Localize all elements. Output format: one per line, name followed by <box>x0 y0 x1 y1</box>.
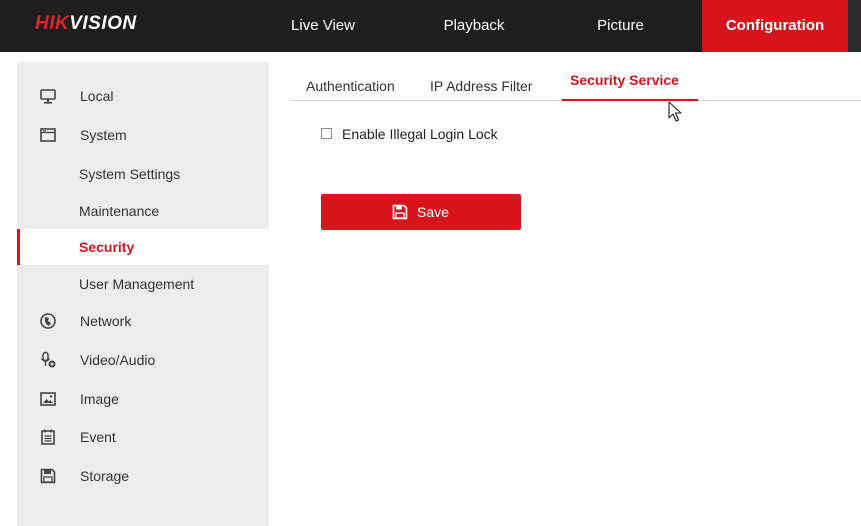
sidebar-item-label: User Management <box>79 276 195 292</box>
floppy-icon <box>40 468 56 484</box>
calendar-icon <box>41 429 55 445</box>
sidebar-item-label: System <box>80 127 127 143</box>
sidebar-item-label: Video/Audio <box>80 352 156 368</box>
sidebar-item-label: Image <box>80 391 119 407</box>
sidebar-item-local[interactable]: Local <box>17 78 269 114</box>
window-icon <box>40 128 56 142</box>
nav-picture[interactable]: Picture <box>569 0 672 52</box>
image-icon <box>40 392 56 406</box>
sidebar-item-label: Network <box>80 313 132 329</box>
nav-live-view[interactable]: Live View <box>270 0 376 52</box>
sidebar-item-image[interactable]: Image <box>17 381 269 417</box>
sidebar-item-security[interactable]: Security <box>17 229 269 265</box>
illegal-login-lock-label: Enable Illegal Login Lock <box>342 126 498 142</box>
sidebar-item-video-audio[interactable]: Video/Audio <box>17 342 269 378</box>
nav-configuration[interactable]: Configuration <box>702 0 848 52</box>
sidebar-item-storage[interactable]: Storage <box>17 458 269 494</box>
sidebar-item-system[interactable]: System <box>17 117 269 153</box>
mouse-pointer-icon <box>668 101 682 122</box>
sidebar-item-label: Event <box>80 429 116 445</box>
tab-security-service[interactable]: Security Service <box>570 66 679 94</box>
top-nav-edge <box>848 0 861 52</box>
sidebar-item-label: Security <box>79 239 135 255</box>
tab-ip-address-filter[interactable]: IP Address Filter <box>430 72 532 100</box>
save-button-label: Save <box>417 204 449 220</box>
config-sidebar: Local System System Settings Maintenance… <box>17 62 269 526</box>
globe-icon <box>40 313 56 329</box>
monitor-icon <box>40 89 56 104</box>
sidebar-item-label: Maintenance <box>79 203 160 219</box>
sidebar-item-maintenance[interactable]: Maintenance <box>17 193 269 229</box>
sidebar-item-label: Local <box>80 88 114 104</box>
sidebar-item-event[interactable]: Event <box>17 419 269 455</box>
sidebar-item-network[interactable]: Network <box>17 303 269 339</box>
sidebar-item-label: Storage <box>80 468 130 484</box>
floppy-icon <box>392 204 408 220</box>
tab-authentication[interactable]: Authentication <box>306 72 395 100</box>
nav-playback[interactable]: Playback <box>420 0 528 52</box>
sidebar-item-system-settings[interactable]: System Settings <box>17 156 269 192</box>
save-button[interactable]: Save <box>321 194 521 230</box>
sidebar-item-user-management[interactable]: User Management <box>17 266 269 302</box>
sidebar-item-label: System Settings <box>79 166 181 182</box>
microphone-camera-icon <box>40 351 56 368</box>
top-nav-bar: HIKVISION Live View Playback Picture Con… <box>0 0 861 52</box>
selection-indicator <box>17 229 20 265</box>
illegal-login-lock-checkbox[interactable] <box>321 128 332 139</box>
hikvision-logo: HIKVISION <box>35 13 137 34</box>
